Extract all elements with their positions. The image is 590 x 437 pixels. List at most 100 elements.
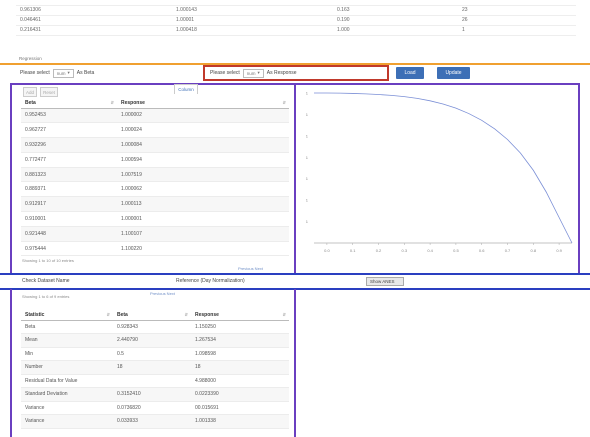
table-cell: 1.000113 (117, 196, 289, 213)
table-row: 0.046461 1.00001 0.190 26 (16, 15, 576, 26)
table-cell: Min (21, 347, 113, 361)
table-row: 0.962727 1.000024 (21, 122, 289, 139)
y-tick-label: 1 (306, 112, 309, 117)
column-header-response[interactable]: Response ⇵ (117, 99, 289, 109)
y-variable-select-group: Please select num ▾ As Response (210, 67, 297, 79)
table-row: 0.975444 1.100220 (21, 241, 289, 257)
table-cell: 2.440790 (113, 333, 191, 348)
y-select-hint: num (246, 70, 256, 76)
x-variable-select-group: Please select num ▾ As Beta (20, 67, 94, 79)
purple-right-border (578, 83, 580, 273)
results-table: 0.961306 1.000143 0.163 23 0.046461 1.00001 0.… (16, 0, 576, 36)
x-tick-label: 0.5 (453, 248, 459, 253)
series-line (314, 92, 573, 244)
y-select-label: Please select (210, 70, 240, 76)
table-row: Variance 0.0736820 00.015691 (21, 401, 289, 415)
table-row: Beta 0.928343 1.150250 (21, 320, 289, 334)
x-select-hint: num (56, 70, 66, 76)
table-cell: 1.150250 (191, 320, 289, 334)
table-cell: 0.932296 (21, 137, 117, 153)
x-tick-label: 0.3 (402, 248, 408, 253)
table-cell: 1.000001 (117, 211, 289, 227)
pagination[interactable]: Previous Next (238, 266, 263, 271)
table-cell: 1.100220 (117, 241, 289, 257)
table-cell: Variance (21, 401, 113, 415)
table-cell: 0.033933 (113, 414, 191, 429)
tab-column[interactable]: Column (174, 84, 198, 94)
update-button[interactable]: Update (437, 67, 470, 79)
table-cell: 0.961306 (16, 5, 172, 16)
table-cell: 0.190 (333, 15, 458, 26)
x-tick-label: 0.0 (324, 248, 330, 253)
column-header-beta[interactable]: Beta ⇵ (113, 310, 191, 321)
table-row: 0.921448 1.100107 (21, 226, 289, 242)
y-tick-label: 1 (306, 198, 309, 203)
reset-button[interactable]: Reset (40, 87, 58, 97)
table-cell: Number (21, 360, 113, 375)
table-cell: 1.098598 (191, 347, 289, 361)
table-cell: Mean (21, 333, 113, 348)
x-tick-label: 0.1 (350, 248, 356, 253)
table-row: Standard Deviation 0.3152410 0.0223390 (21, 387, 289, 402)
column-label: Beta (117, 311, 128, 318)
purple-divider (294, 83, 296, 273)
load-button[interactable]: Load (396, 67, 424, 79)
column-label: Response (121, 100, 145, 107)
y-tick-label: 1 (306, 91, 309, 96)
table-row: 0.952453 1.000002 (21, 108, 289, 124)
column-header-statistic[interactable]: Statistic ⇵ (21, 310, 113, 321)
table-cell: Standard Deviation (21, 387, 113, 402)
table-row: Residual Data for Value 4.988000 (21, 374, 289, 388)
table-cell: 0.216431 (16, 25, 172, 36)
table-cell: 0.952453 (21, 108, 117, 124)
x-variable-select[interactable]: num ▾ (52, 68, 74, 78)
table-cell: 1.000418 (172, 25, 333, 36)
table-cell: 0.881323 (21, 167, 117, 183)
table-cell: 0.962727 (21, 122, 117, 139)
chevron-down-icon: ▾ (67, 70, 70, 75)
table-cell: 0.910001 (21, 211, 117, 227)
table-cell: 18 (113, 360, 191, 375)
table-cell: 1 (458, 25, 576, 36)
table-cell: 1.100107 (117, 226, 289, 242)
table-cell: 1.000594 (117, 152, 289, 168)
x-tick-label: 0.6 (479, 248, 485, 253)
table-cell: 0.046461 (16, 15, 172, 26)
summary-entries-info: Showing 1 to 6 of 9 entries (22, 294, 70, 299)
table-cell: Variance (21, 414, 113, 429)
table-row: 0.961306 1.000143 0.163 23 (16, 5, 576, 16)
column-header-beta[interactable]: Beta ⇵ (21, 99, 117, 109)
table-cell: 0.772477 (21, 152, 117, 168)
table-cell: 1.000062 (117, 181, 289, 198)
table-cell: 0.928343 (113, 320, 191, 334)
plot-area: 1 1 1 1 1 1 1 0.0 0.1 0.2 0.3 0.4 0.5 0.6 0.7 0.8 0.9 (306, 91, 573, 253)
y-tick-label: 1 (306, 155, 309, 160)
x-tick-label: 0.9 (556, 248, 562, 253)
table-cell: 23 (458, 5, 576, 16)
table-cell: 18 (191, 360, 289, 375)
table-row: 0.889371 1.000062 (21, 181, 289, 198)
sort-icon: ⇵ (106, 311, 110, 317)
column-header-response[interactable]: Response ⇵ (191, 310, 289, 321)
y-variable-select[interactable]: num ▾ (242, 68, 264, 78)
table-row: 0.910001 1.000001 (21, 211, 289, 227)
chevron-down-icon: ▾ (257, 70, 260, 75)
table-cell: Beta (21, 320, 113, 334)
show-button[interactable]: Show ANES (366, 277, 404, 286)
regression-chart: 1 1 1 1 1 1 1 0.0 0.1 0.2 0.3 0.4 0.5 0.6 0.7 0.8 0.9 (306, 91, 573, 253)
summary-table: Statistic ⇵ Beta ⇵ Response ⇵ Beta 0.928343 1… (21, 310, 289, 429)
x-tick-label: 0.8 (531, 248, 537, 253)
reference-label: Reference (Day Normalization) (176, 278, 245, 284)
table-cell: 1.000084 (117, 137, 289, 153)
table-cell: 1.267534 (191, 333, 289, 348)
table-cell: 0.5 (113, 347, 191, 361)
y-select-value: As Response (266, 70, 297, 76)
table-cell: 1.007519 (117, 167, 289, 183)
add-button[interactable]: Add (23, 87, 37, 97)
sort-icon: ⇵ (282, 311, 286, 317)
table-cell (113, 374, 191, 388)
column-label: Statistic (25, 311, 45, 318)
table-cell: 0.0223390 (191, 387, 289, 402)
table-row: 0.881323 1.007519 (21, 167, 289, 183)
summary-pagination[interactable]: Previous Next (150, 291, 175, 296)
